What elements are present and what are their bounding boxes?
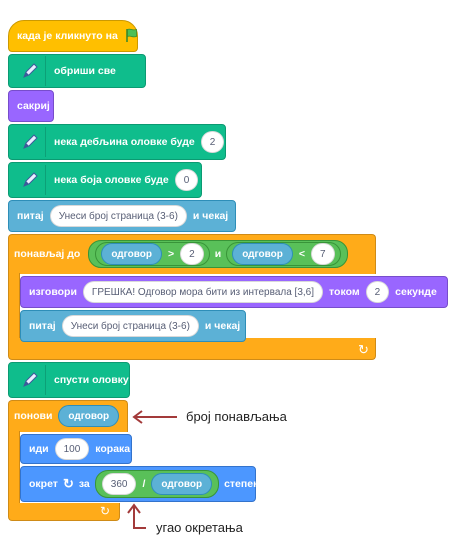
repeat-count-arrow xyxy=(132,410,177,424)
annotation-arrows xyxy=(127,410,177,529)
repeat-count-annotation: број понављања xyxy=(186,409,287,424)
turn-angle-annotation: угао окретања xyxy=(156,520,243,535)
turn-angle-arrow xyxy=(127,503,146,529)
